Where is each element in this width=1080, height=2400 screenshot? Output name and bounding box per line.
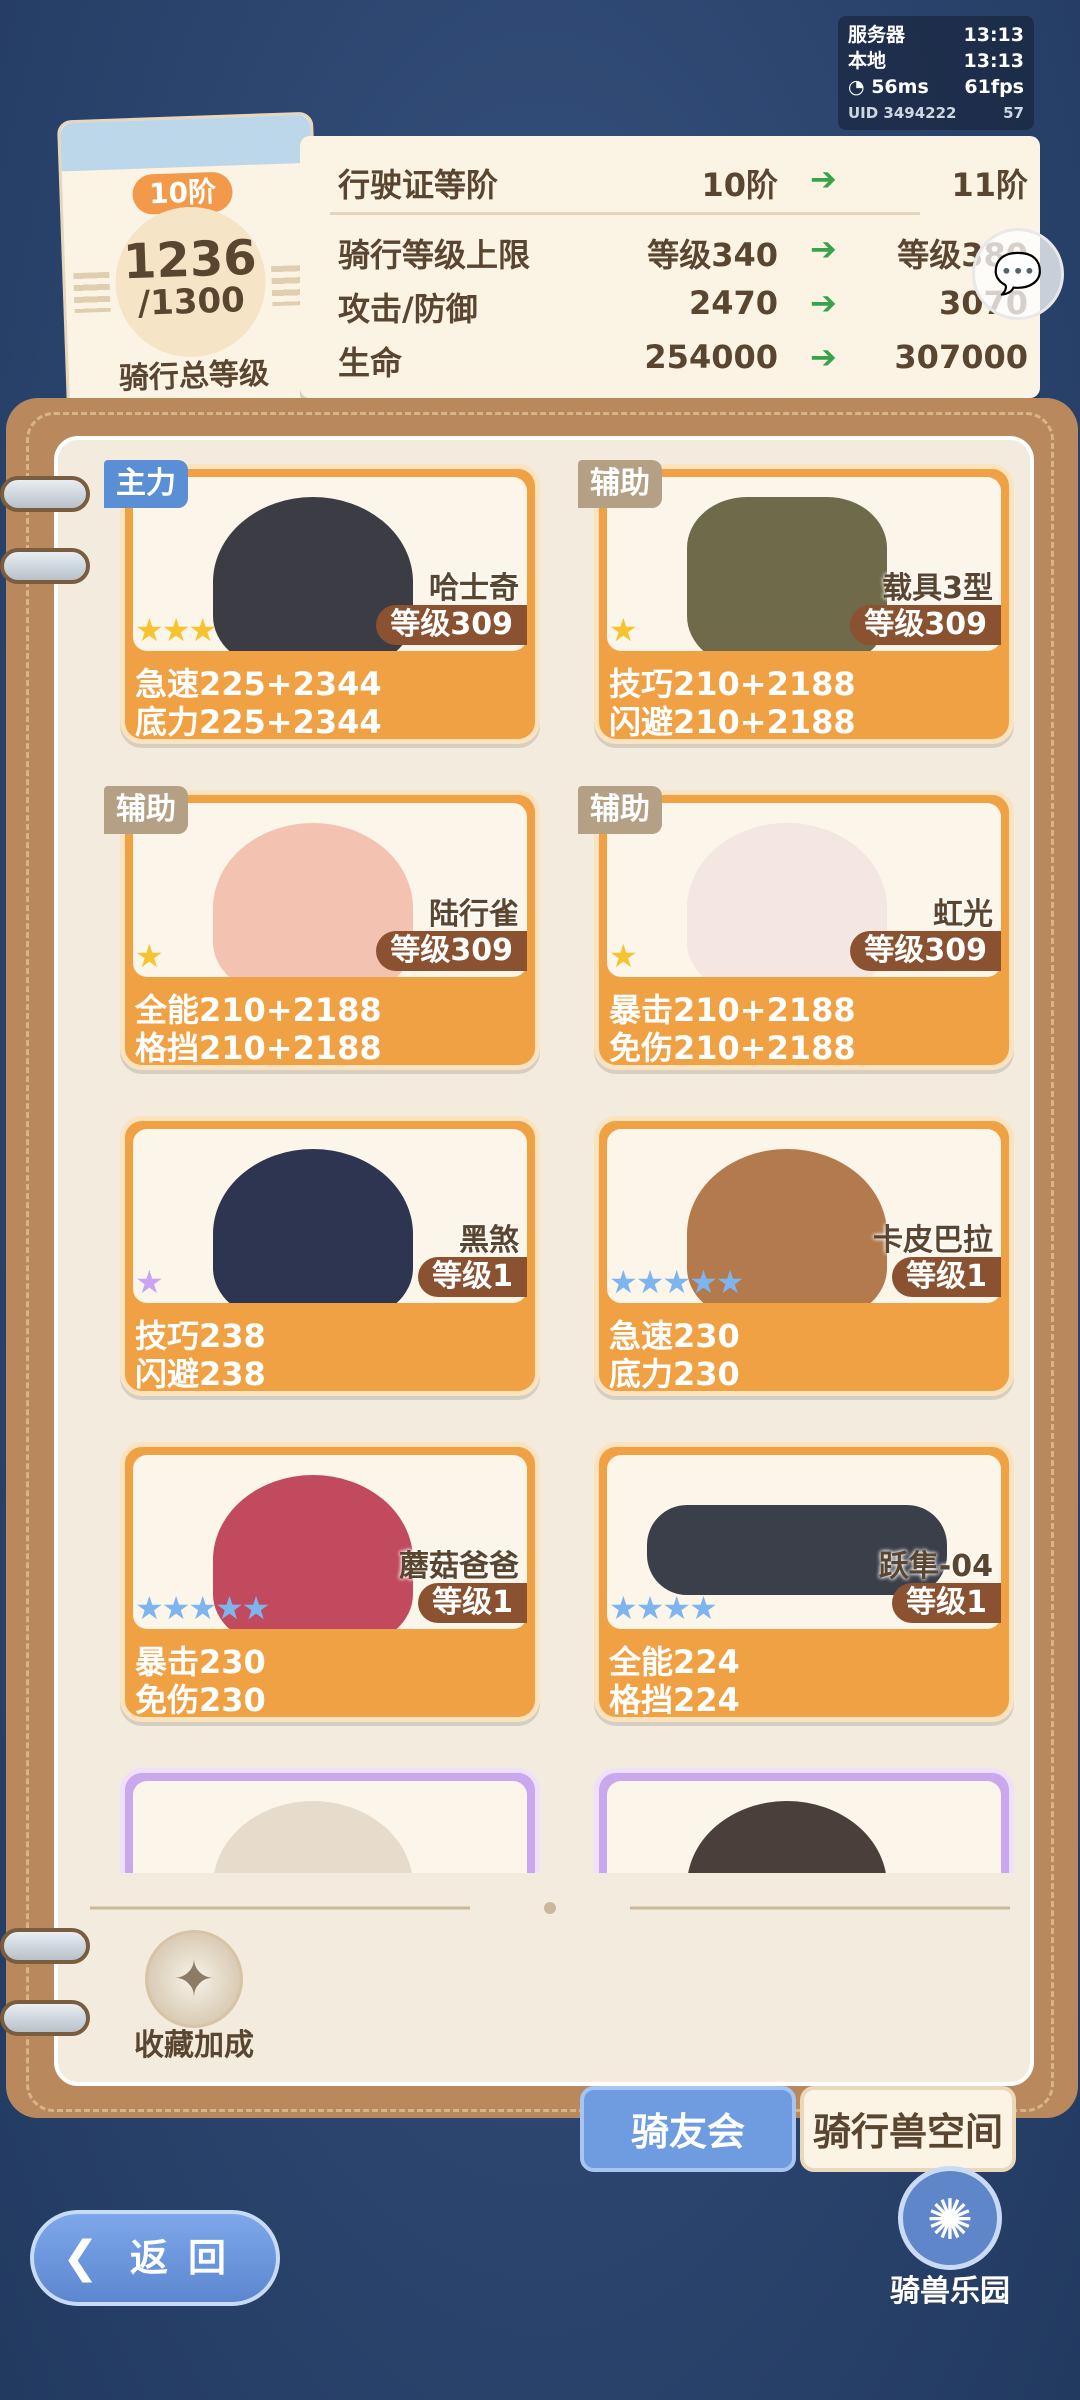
rock-mascot xyxy=(687,1801,887,1873)
role-tag-main: 主力 xyxy=(104,460,188,508)
local-label: 本地 xyxy=(848,50,887,72)
mount-stat-2: 闪避238 xyxy=(135,1355,266,1393)
rank-card: 10阶 1236 /1300 骑行总等级 xyxy=(56,111,324,417)
decorative-divider xyxy=(90,1902,1010,1914)
mount-level: 等级1 xyxy=(418,1583,527,1623)
decor-stripes-left xyxy=(73,271,111,314)
mount-level: 等级309 xyxy=(850,605,1001,645)
battery-level: 57 xyxy=(1003,104,1024,122)
back-label: 返回 xyxy=(130,2236,247,2280)
divider xyxy=(330,212,920,215)
stat-row-attack-defense: 攻击/防御 2470 ➔ 3070 xyxy=(338,284,1028,328)
stat-row-hp: 生命 254000 ➔ 307000 xyxy=(338,338,1028,382)
server-time: 13:13 xyxy=(963,24,1024,46)
collection-bonus-label: 收藏加成 xyxy=(134,2028,254,2063)
binder-ring xyxy=(0,1928,90,1964)
mount-card-partial-2[interactable] xyxy=(594,1768,1014,1873)
stat-row-level-cap: 骑行等级上限 等级340 ➔ 等级380 xyxy=(338,230,1028,274)
mount-name: 跃隼-04 xyxy=(878,1549,993,1584)
mount-stat-2: 底力225+2344 xyxy=(135,703,382,741)
role-tag-support: 辅助 xyxy=(104,786,188,834)
total-level-label: 骑行总等级 xyxy=(118,356,270,397)
star-rating-icon: ★★★★ xyxy=(609,1589,718,1627)
stat-row-tier: 行驶证等阶 10阶 ➔ 11阶 xyxy=(338,160,1028,204)
tab-mount-space[interactable]: 骑行兽空间 xyxy=(800,2086,1016,2172)
mount-stat-2: 闪避210+2188 xyxy=(609,703,856,741)
mount-level: 等级309 xyxy=(850,931,1001,971)
server-label: 服务器 xyxy=(848,24,906,46)
star-rating-icon: ★ xyxy=(135,937,164,975)
green-arrow-right-icon: ➔ xyxy=(810,230,837,268)
mount-stat-2: 免伤210+2188 xyxy=(609,1029,856,1067)
mount-level: 等级1 xyxy=(892,1257,1001,1297)
mount-image xyxy=(133,1781,527,1873)
mount-card-capybara[interactable]: 卡皮巴拉 等级1 ★★★★★ 急速230 底力230 xyxy=(594,1116,1014,1396)
mount-level: 等级309 xyxy=(376,931,527,971)
mount-stat-2: 底力230 xyxy=(609,1355,740,1393)
mount-name: 蘑菇爸爸 xyxy=(399,1549,519,1584)
mount-name: 陆行雀 xyxy=(429,897,519,932)
chat-icon: 💬 xyxy=(993,251,1043,297)
star-rating-icon: ★★★ xyxy=(135,611,217,649)
mount-name: 黑煞 xyxy=(459,1223,519,1258)
green-arrow-right-icon: ➔ xyxy=(810,160,837,198)
binder-ring xyxy=(0,476,90,512)
mount-card-mushroom[interactable]: 蘑菇爸爸 等级1 ★★★★★ 暴击230 免伤230 xyxy=(120,1442,540,1722)
back-arrow-icon: ❮ xyxy=(62,2232,99,2283)
sheep-mascot xyxy=(213,1801,413,1873)
binder-ring xyxy=(0,2000,90,2036)
mount-stat-2: 格挡210+2188 xyxy=(135,1029,382,1067)
star-rating-icon: ★ xyxy=(135,1263,164,1301)
mount-name: 载具3型 xyxy=(882,571,993,606)
mount-level: 等级1 xyxy=(892,1583,1001,1623)
mount-grid[interactable]: 哈士奇 等级309 ★★★ 急速225+2344 底力225+2344 主力 载… xyxy=(100,448,1020,1873)
mount-level: 等级1 xyxy=(418,1257,527,1297)
ferris-wheel-icon: ✺ xyxy=(898,2166,1002,2270)
mount-card-partial-1[interactable] xyxy=(120,1768,540,1873)
uid-text: UID 3494222 xyxy=(848,104,957,122)
binder-ring xyxy=(0,548,90,584)
sparkle-icon: ✦ xyxy=(145,1930,243,2028)
mount-card-black[interactable]: 黑煞 等级1 ★ 技巧238 闪避238 xyxy=(120,1116,540,1396)
rank-card-header xyxy=(60,114,312,172)
mount-park-label: 骑兽乐园 xyxy=(890,2274,1010,2309)
star-rating-icon: ★ xyxy=(609,937,638,975)
ping-value: ◔ 56ms xyxy=(848,76,929,98)
chat-bubble-button[interactable]: 💬 xyxy=(972,228,1064,320)
role-tag-support: 辅助 xyxy=(578,460,662,508)
collection-bonus-button[interactable]: ✦ 收藏加成 xyxy=(124,1930,264,2063)
tab-rider-club[interactable]: 骑友会 xyxy=(580,2086,796,2172)
mount-image xyxy=(607,1781,1001,1873)
mount-card-falcon[interactable]: 跃隼-04 等级1 ★★★★ 全能224 格挡224 xyxy=(594,1442,1014,1722)
fps-value: 61fps xyxy=(964,76,1024,98)
star-rating-icon: ★ xyxy=(609,611,638,649)
back-button[interactable]: ❮ 返回 xyxy=(30,2210,280,2306)
mount-level: 等级309 xyxy=(376,605,527,645)
rank-level-circle: 1236 /1300 xyxy=(113,204,269,360)
mount-park-button[interactable]: ✺ 骑兽乐园 xyxy=(870,2166,1030,2316)
status-overlay: 服务器 13:13 本地 13:13 ◔ 56ms 61fps UID 3494222… xyxy=(838,16,1034,130)
wifi-icon: ◔ xyxy=(848,76,872,98)
green-arrow-right-icon: ➔ xyxy=(810,338,837,376)
local-time: 13:13 xyxy=(963,50,1024,72)
mount-stat-2: 免伤230 xyxy=(135,1681,266,1719)
license-stats-card: 行驶证等阶 10阶 ➔ 11阶 骑行等级上限 等级340 ➔ 等级380 攻击/… xyxy=(300,136,1040,398)
total-level-max: /1300 xyxy=(137,280,246,324)
star-rating-icon: ★★★★★ xyxy=(135,1589,270,1627)
mount-stat-2: 格挡224 xyxy=(609,1681,740,1719)
black-horse-mascot xyxy=(213,1149,413,1303)
green-arrow-right-icon: ➔ xyxy=(810,284,837,322)
star-rating-icon: ★★★★★ xyxy=(609,1263,744,1301)
role-tag-support: 辅助 xyxy=(578,786,662,834)
mount-name: 卡皮巴拉 xyxy=(873,1223,993,1258)
mount-name: 虹光 xyxy=(933,897,993,932)
mount-name: 哈士奇 xyxy=(429,571,519,606)
